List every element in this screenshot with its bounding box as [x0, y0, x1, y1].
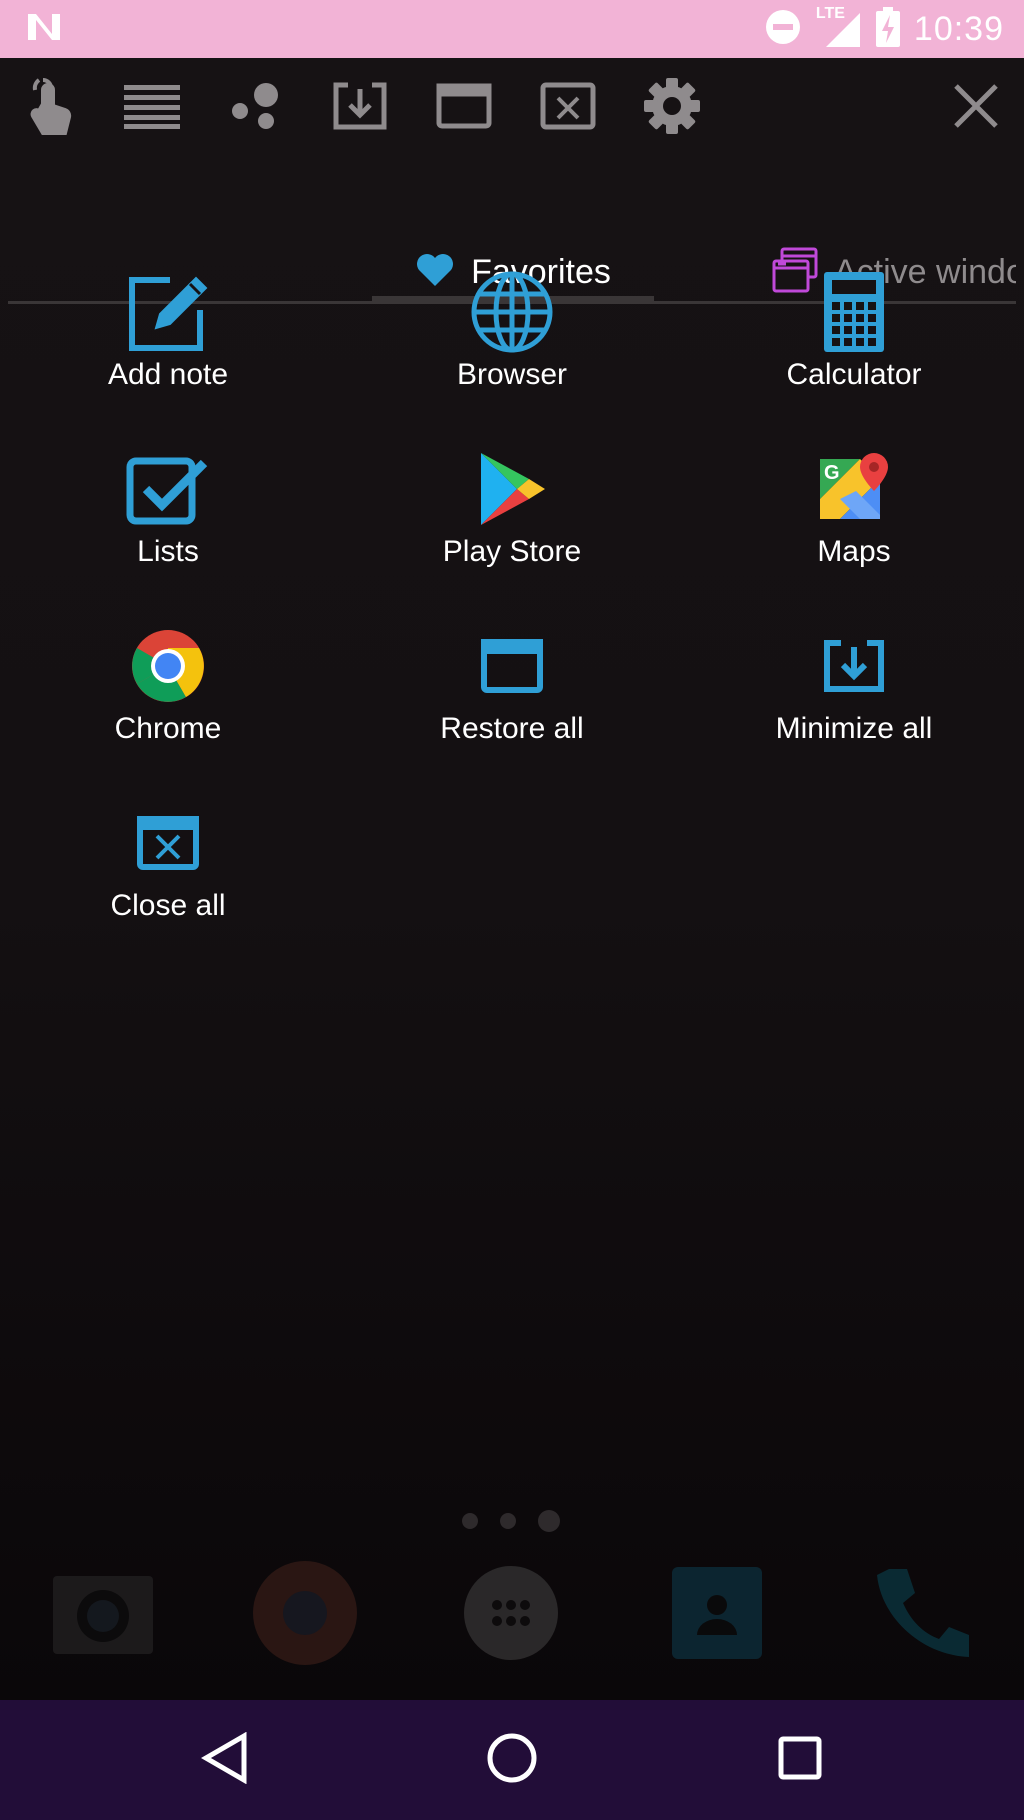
lines-icon [124, 83, 180, 134]
play-store-icon [470, 447, 554, 531]
close-windows-button[interactable] [538, 78, 598, 138]
svg-text:G: G [824, 462, 840, 484]
home-button[interactable] [482, 1730, 542, 1790]
favorite-label: Add note [107, 358, 229, 391]
favorite-label: Lists [137, 535, 199, 568]
favorite-label: Maps [817, 535, 891, 568]
home-page-indicator [462, 1510, 560, 1532]
settings-button[interactable] [642, 77, 702, 140]
list-button[interactable] [122, 78, 182, 138]
favorite-browser[interactable]: Browser [362, 270, 662, 420]
dock-chrome[interactable] [250, 1560, 360, 1670]
close-icon [952, 82, 1000, 135]
chrome-icon [252, 1560, 358, 1671]
minimize-window-icon [812, 624, 896, 708]
recents-button[interactable] [770, 1730, 830, 1790]
minimize-button[interactable] [330, 78, 390, 138]
app-drawer-icon [463, 1565, 559, 1666]
recents-square-icon [777, 1735, 823, 1786]
edit-note-icon [126, 270, 210, 354]
close-window-icon [540, 82, 596, 135]
favorite-label: Calculator [786, 358, 922, 391]
clock: 10:39 [913, 9, 1004, 48]
favorite-label: Play Store [442, 535, 582, 568]
checkbox-icon [126, 447, 210, 531]
bubbles-icon [230, 81, 282, 136]
minimize-icon [332, 81, 388, 136]
back-button[interactable] [194, 1730, 254, 1790]
favorite-calculator[interactable]: Calculator [704, 270, 1004, 420]
status-bar: LTE 10:39 [0, 0, 1024, 58]
calculator-icon [812, 270, 896, 354]
toolbar [0, 58, 1024, 158]
phone-icon [871, 1563, 971, 1668]
favorite-chrome[interactable]: Chrome [18, 624, 318, 774]
touch-icon [25, 76, 75, 141]
page-dot [500, 1513, 516, 1529]
chrome-icon [126, 624, 210, 708]
contacts-icon [670, 1565, 764, 1666]
favorite-add-note[interactable]: Add note [18, 270, 318, 420]
battery-charging-icon [875, 6, 900, 52]
touch-button[interactable] [20, 76, 80, 141]
favorite-label: Minimize all [775, 712, 933, 745]
lte-signal-icon: LTE [816, 5, 862, 49]
floating-panel: Favorites Active windows Add note B [0, 58, 1024, 1700]
favorite-lists[interactable]: Lists [18, 447, 318, 597]
page-dot-current [538, 1510, 560, 1532]
dock-camera[interactable] [48, 1560, 158, 1670]
gear-icon [643, 77, 701, 140]
close-panel-button[interactable] [946, 78, 1006, 138]
window-icon [436, 83, 492, 134]
favorite-maps[interactable]: G Maps [704, 447, 1004, 597]
globe-icon [470, 270, 554, 354]
bubbles-button[interactable] [226, 78, 286, 138]
favorite-close-all[interactable]: Close all [18, 801, 318, 951]
favorite-label: Close all [110, 889, 226, 922]
maps-icon: G [812, 447, 896, 531]
home-circle-icon [486, 1732, 538, 1789]
favorite-label: Browser [456, 358, 568, 391]
home-dock [0, 1560, 1024, 1680]
restore-button[interactable] [434, 78, 494, 138]
favorite-label: Restore all [440, 712, 584, 745]
network-type-label: LTE [815, 5, 845, 22]
favorite-label: Chrome [114, 712, 222, 745]
camera-icon [51, 1570, 155, 1661]
dock-phone[interactable] [866, 1560, 976, 1670]
page-dot [462, 1513, 478, 1529]
dock-app-drawer[interactable] [456, 1560, 566, 1670]
back-triangle-icon [200, 1731, 248, 1789]
close-window-icon [126, 801, 210, 885]
notification-n-icon [26, 12, 62, 47]
restore-window-icon [470, 624, 554, 708]
favorite-play-store[interactable]: Play Store [362, 447, 662, 597]
favorite-restore-all[interactable]: Restore all [362, 624, 662, 774]
navigation-bar [0, 1700, 1024, 1820]
dock-contacts[interactable] [662, 1560, 772, 1670]
favorite-minimize-all[interactable]: Minimize all [704, 624, 1004, 774]
do-not-disturb-icon [764, 8, 802, 51]
